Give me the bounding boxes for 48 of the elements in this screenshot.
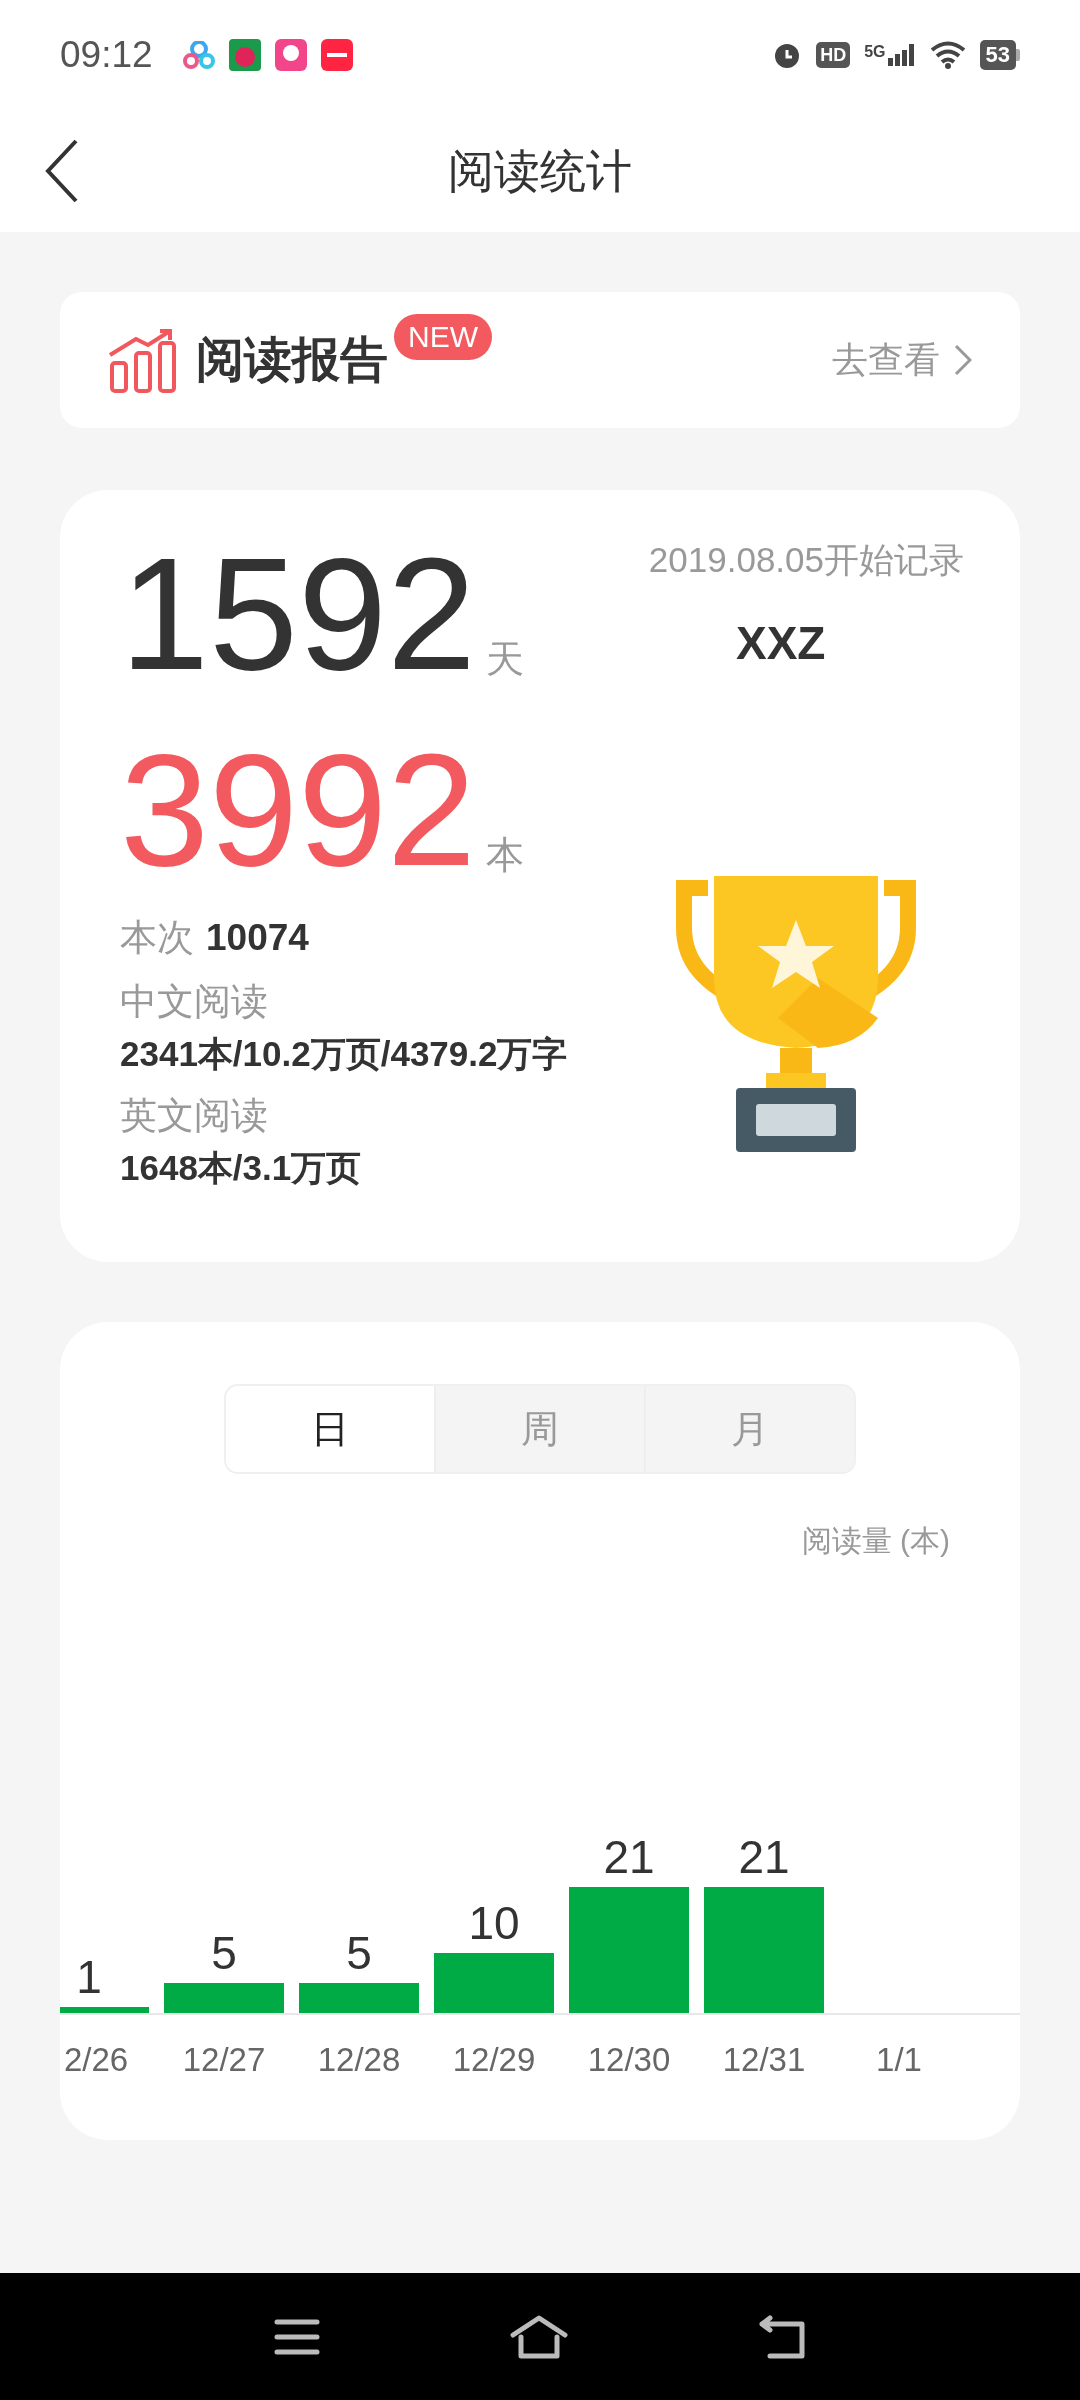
status-time: 09:12	[60, 33, 153, 78]
app-icon	[182, 41, 215, 69]
new-badge: NEW	[394, 314, 492, 360]
section-value: 2341本/10.2万页/4379.2万字	[120, 1032, 568, 1075]
view-link[interactable]: 去查看	[832, 333, 940, 387]
chart-icon	[108, 327, 178, 393]
report-card[interactable]: 阅读报告 NEW 去查看	[60, 292, 1020, 428]
axis-label: 12/28	[317, 2041, 401, 2078]
menu-icon[interactable]	[274, 2318, 320, 2355]
bar-value: 21	[738, 1831, 790, 1883]
hd-indicator: HD	[816, 42, 851, 68]
axis-label: 1/1	[876, 2041, 922, 2078]
session-label: 本次	[120, 916, 194, 960]
wifi-icon	[929, 41, 966, 69]
user-name: XXZ	[736, 615, 826, 671]
back-nav-icon[interactable]	[758, 2314, 806, 2359]
axis-label: 12/31	[722, 2041, 806, 2078]
battery-indicator: 53	[979, 40, 1016, 70]
page-title: 阅读统计	[448, 143, 632, 199]
axis-label: 2/26	[64, 2041, 129, 2078]
bar-value: 10	[468, 1897, 520, 1949]
axis-label: 12/30	[587, 2041, 671, 2078]
back-icon[interactable]	[44, 139, 80, 203]
section-value: 1648本/3.1万页	[120, 1146, 363, 1189]
session-value: 10074	[206, 916, 309, 960]
bar-value: 5	[346, 1927, 372, 1979]
app-icon	[228, 39, 261, 71]
bar-value: 5	[211, 1927, 237, 1979]
y-axis-label: 阅读量 (本)	[801, 1523, 950, 1559]
period-tab[interactable]: 日	[226, 1386, 436, 1472]
books-count: 3992	[120, 730, 476, 890]
section-label: 中文阅读	[120, 979, 269, 1024]
signal-icon	[887, 44, 916, 66]
home-icon[interactable]	[510, 2314, 568, 2359]
axis-label: 12/29	[452, 2041, 536, 2078]
days-count: 1592	[120, 534, 476, 694]
books-unit: 本	[485, 833, 524, 878]
app-icon	[274, 39, 307, 71]
chevron-right-icon	[954, 344, 972, 376]
app-icon	[320, 39, 353, 71]
bar-value: 21	[603, 1831, 655, 1883]
start-date: 2019.08.05开始记录	[648, 539, 964, 581]
section-label: 英文阅读	[120, 1093, 269, 1138]
bar-value: 1	[76, 1951, 102, 2003]
axis-label: 12/27	[182, 2041, 266, 2078]
days-unit: 天	[485, 637, 524, 682]
report-title: 阅读报告	[196, 332, 388, 388]
network-type: 5G	[864, 44, 886, 60]
